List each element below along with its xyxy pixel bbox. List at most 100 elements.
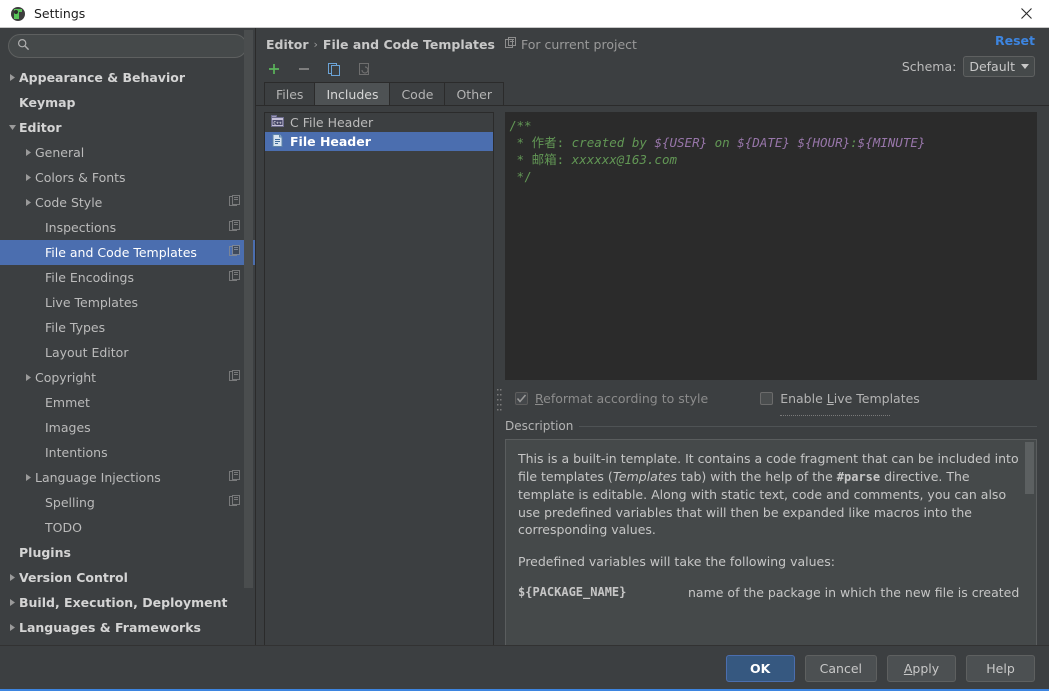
chevron-right-icon	[6, 623, 19, 632]
sidebar-item-label: Live Templates	[45, 295, 139, 310]
sidebar-item-general[interactable]: General	[0, 140, 255, 165]
schema-value: Default	[969, 59, 1015, 74]
search-input[interactable]	[35, 36, 238, 56]
sidebar-item-editor[interactable]: Editor	[0, 115, 255, 140]
code-token: /**	[509, 118, 532, 133]
list-item[interactable]: File Header	[265, 132, 493, 151]
sidebar-item-live-templates[interactable]: Live Templates	[0, 290, 255, 315]
cpp-file-icon: C++	[271, 114, 284, 131]
reset-link[interactable]: Reset	[995, 33, 1035, 48]
right-pane: /** * 作者: created by ${USER} on ${DATE} …	[505, 112, 1037, 691]
window-titlebar: Settings	[0, 0, 1049, 28]
sidebar-item-build-execution-deployment[interactable]: Build, Execution, Deployment	[0, 590, 255, 615]
code-token: created by	[571, 135, 655, 150]
sidebar-item-keymap[interactable]: Keymap	[0, 90, 255, 115]
code-token: ${MINUTE}	[857, 135, 926, 150]
sidebar-item-intentions[interactable]: Intentions	[0, 440, 255, 465]
search-field[interactable]	[8, 34, 247, 58]
copy-settings-icon	[229, 370, 241, 385]
sidebar-item-appearance-behavior[interactable]: Appearance & Behavior	[0, 65, 255, 90]
sidebar-item-inspections[interactable]: Inspections	[0, 215, 255, 240]
tab-code[interactable]: Code	[389, 82, 446, 105]
legend-divider	[579, 425, 1037, 427]
chevron-right-icon	[22, 148, 35, 157]
sidebar-item-file-encodings[interactable]: File Encodings	[0, 265, 255, 290]
apply-rest: pply	[912, 661, 940, 676]
code-token: *	[509, 152, 532, 167]
pane-splitter[interactable]	[494, 112, 505, 691]
sidebar-item-label: Emmet	[45, 395, 90, 410]
ok-button[interactable]: OK	[725, 655, 795, 682]
chevron-right-icon	[6, 573, 19, 582]
reformat-label: Reformat according to style	[535, 391, 708, 406]
code-token: on	[707, 135, 738, 150]
sidebar-item-label: Inspections	[45, 220, 117, 235]
code-token: ${DATE}	[737, 135, 790, 150]
desc-p1-italic: Templates	[612, 468, 677, 484]
live-templates-label: Enable Live Templates	[780, 391, 920, 406]
code-token: 邮箱:	[531, 152, 572, 167]
tab-includes[interactable]: Includes	[314, 82, 391, 105]
sidebar-item-copyright[interactable]: Copyright	[0, 365, 255, 390]
code-line: * 作者: created by ${USER} on ${DATE} ${HO…	[509, 134, 1036, 151]
list-item[interactable]: C++ C File Header	[265, 113, 493, 132]
sidebar-item-layout-editor[interactable]: Layout Editor	[0, 340, 255, 365]
sidebar-item-label: Build, Execution, Deployment	[19, 595, 228, 610]
desc-p1-bold: #parse	[836, 469, 881, 484]
settings-content: Editor › File and Code Templates For cur…	[256, 28, 1049, 691]
copy-settings-icon	[229, 270, 241, 285]
close-icon[interactable]	[1003, 0, 1049, 27]
sidebar-item-file-and-code-templates[interactable]: File and Code Templates	[0, 240, 255, 265]
sidebar-scrollbar[interactable]	[244, 30, 253, 588]
sidebar-item-plugins[interactable]: Plugins	[0, 540, 255, 565]
live-templates-checkbox[interactable]: Enable Live Templates	[760, 391, 920, 416]
intellij-idea-icon	[10, 6, 26, 22]
code-token: ${USER}	[654, 135, 708, 150]
variable-name: ${PACKAGE_NAME}	[518, 585, 627, 599]
help-button[interactable]: Help	[966, 655, 1035, 682]
template-list[interactable]: C++ C File Header File Header	[264, 112, 494, 691]
breadcrumb-parent[interactable]: Editor	[266, 37, 309, 52]
plus-icon[interactable]	[264, 59, 284, 79]
tab-other[interactable]: Other	[444, 82, 504, 105]
editor-panes: C++ C File Header File Header /** * 作者: …	[256, 106, 1049, 691]
description-scrollbar[interactable]	[1025, 442, 1034, 494]
tab-label: Other	[456, 86, 492, 102]
sidebar-item-colors-fonts[interactable]: Colors & Fonts	[0, 165, 255, 190]
copy-settings-icon	[229, 470, 241, 485]
chevron-right-icon	[6, 598, 19, 607]
sidebar-item-label: Layout Editor	[45, 345, 129, 360]
splitter-grip-icon	[497, 387, 502, 417]
chevron-right-icon	[6, 73, 19, 82]
settings-tree[interactable]: Appearance & Behavior Keymap Editor General…	[0, 62, 255, 691]
sidebar-item-label: Version Control	[19, 570, 128, 585]
sidebar-item-version-control[interactable]: Version Control	[0, 565, 255, 590]
copy-icon[interactable]	[324, 59, 344, 79]
breadcrumb-current: File and Code Templates	[322, 36, 495, 52]
sidebar-item-language-injections[interactable]: Language Injections	[0, 465, 255, 490]
reformat-mnemonic: R	[535, 390, 544, 406]
reset-template-icon[interactable]	[354, 59, 374, 79]
sidebar-item-file-types[interactable]: File Types	[0, 315, 255, 340]
sidebar-item-languages-frameworks[interactable]: Languages & Frameworks	[0, 615, 255, 640]
schema-label: Schema:	[901, 59, 957, 74]
schema-dropdown[interactable]: Default	[963, 56, 1035, 77]
sidebar-item-emmet[interactable]: Emmet	[0, 390, 255, 415]
template-options: Reformat according to style Enable Live …	[505, 380, 1037, 416]
sidebar-item-label: Spelling	[45, 495, 95, 510]
cancel-button[interactable]: Cancel	[804, 655, 877, 682]
sidebar-item-label: Keymap	[19, 95, 76, 110]
tab-files[interactable]: Files	[264, 82, 316, 105]
sidebar-item-images[interactable]: Images	[0, 415, 255, 440]
live-templates-post: ive Templates	[833, 390, 920, 406]
apply-button[interactable]: Apply	[887, 655, 956, 682]
sidebar-item-todo[interactable]: TODO	[0, 515, 255, 540]
sidebar-item-spelling[interactable]: Spelling	[0, 490, 255, 515]
template-tabs: Files Includes Code Other	[256, 82, 1049, 106]
reformat-checkbox[interactable]: Reformat according to style	[515, 391, 708, 406]
template-code-editor[interactable]: /** * 作者: created by ${USER} on ${DATE} …	[505, 112, 1037, 380]
sidebar-item-code-style[interactable]: Code Style	[0, 190, 255, 215]
minus-icon[interactable]	[294, 59, 314, 79]
tab-label: Code	[401, 86, 434, 102]
dialog-buttons: OK Cancel Apply Help	[0, 645, 1049, 691]
